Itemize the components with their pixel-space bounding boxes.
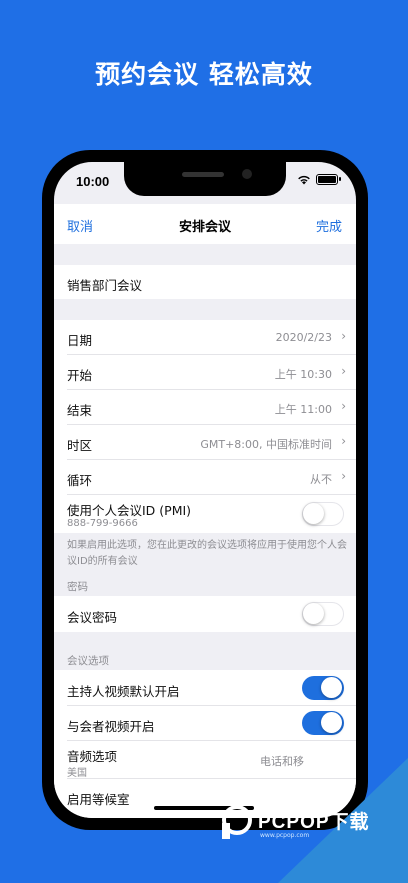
phone-notch — [124, 162, 286, 196]
timezone-row[interactable]: 时区 GMT+8:00, 中国标准时间 › — [54, 425, 356, 460]
audio-sub: 美国 — [67, 768, 87, 779]
repeat-row[interactable]: 循环 从不 › — [54, 460, 356, 495]
end-label: 结束 — [67, 403, 93, 418]
pmi-note: 如果启用此选项，您在此更改的会议选项将应用于使用您个人会议ID的所有会议 — [67, 540, 347, 567]
host-video-row: 主持人视频默认开启 — [54, 670, 356, 706]
chevron-right-icon: › — [341, 329, 346, 343]
waiting-room-label: 启用等候室 — [67, 792, 130, 807]
page-title: 安排会议 — [178, 220, 231, 235]
phone-frame: 10:00 取消 安排会议 完成 销售部门会议 日期 2020/2/23 › 开… — [42, 150, 368, 830]
chevron-right-icon: › — [341, 364, 346, 378]
audio-label: 音频选项 — [67, 749, 118, 764]
password-row: 会议密码 — [54, 596, 356, 632]
repeat-value: 从不 — [310, 473, 332, 486]
battery-icon — [316, 174, 341, 185]
options-section-header: 会议选项 — [67, 655, 109, 667]
status-icons — [297, 174, 341, 185]
pmi-toggle[interactable] — [302, 502, 344, 526]
start-value: 上午 10:30 — [274, 368, 332, 381]
chevron-right-icon: › — [341, 399, 346, 413]
date-label: 日期 — [67, 333, 93, 348]
status-time: 10:00 — [76, 174, 110, 189]
participant-video-toggle[interactable] — [302, 711, 344, 735]
done-button[interactable]: 完成 — [316, 216, 342, 235]
end-row[interactable]: 结束 上午 11:00 › — [54, 390, 356, 425]
topic-input[interactable]: 销售部门会议 — [67, 275, 142, 294]
watermark: PCPOP下载 www.pcpop.com — [222, 805, 408, 845]
participant-video-label: 与会者视频开启 — [67, 719, 155, 734]
nav-bar: 取消 安排会议 完成 — [54, 204, 356, 244]
pmi-number: 888-799-9666 — [67, 518, 138, 529]
hero-title: 预约会议 轻松高效 — [95, 60, 313, 89]
password-label: 会议密码 — [67, 610, 118, 625]
chevron-right-icon: › — [341, 434, 346, 448]
participant-video-row: 与会者视频开启 — [54, 706, 356, 741]
pmi-row: 使用个人会议ID (PMI) 888-799-9666 — [54, 495, 356, 533]
repeat-label: 循环 — [67, 473, 93, 488]
password-toggle[interactable] — [302, 602, 344, 626]
date-row[interactable]: 日期 2020/2/23 › — [54, 320, 356, 355]
watermark-text: PCPOP下载 — [258, 812, 370, 833]
phone-screen: 10:00 取消 安排会议 完成 销售部门会议 日期 2020/2/23 › 开… — [54, 162, 356, 818]
watermark-sub: www.pcpop.com — [260, 832, 310, 839]
timezone-label: 时区 — [67, 438, 93, 453]
start-label: 开始 — [67, 368, 93, 383]
timezone-value: GMT+8:00, 中国标准时间 — [200, 438, 332, 451]
end-value: 上午 11:00 — [274, 403, 332, 416]
host-video-label: 主持人视频默认开启 — [67, 684, 180, 699]
chevron-right-icon: › — [341, 469, 346, 483]
date-value: 2020/2/23 — [275, 331, 332, 344]
topic-field[interactable]: 销售部门会议 — [54, 265, 356, 299]
host-video-toggle[interactable] — [302, 676, 344, 700]
front-camera — [242, 169, 252, 179]
password-section-header: 密码 — [67, 581, 88, 593]
wifi-icon — [297, 174, 311, 185]
start-row[interactable]: 开始 上午 10:30 › — [54, 355, 356, 390]
pcpop-logo-icon — [222, 805, 252, 839]
speaker-grille — [182, 172, 224, 177]
pmi-label: 使用个人会议ID (PMI) — [67, 503, 192, 518]
